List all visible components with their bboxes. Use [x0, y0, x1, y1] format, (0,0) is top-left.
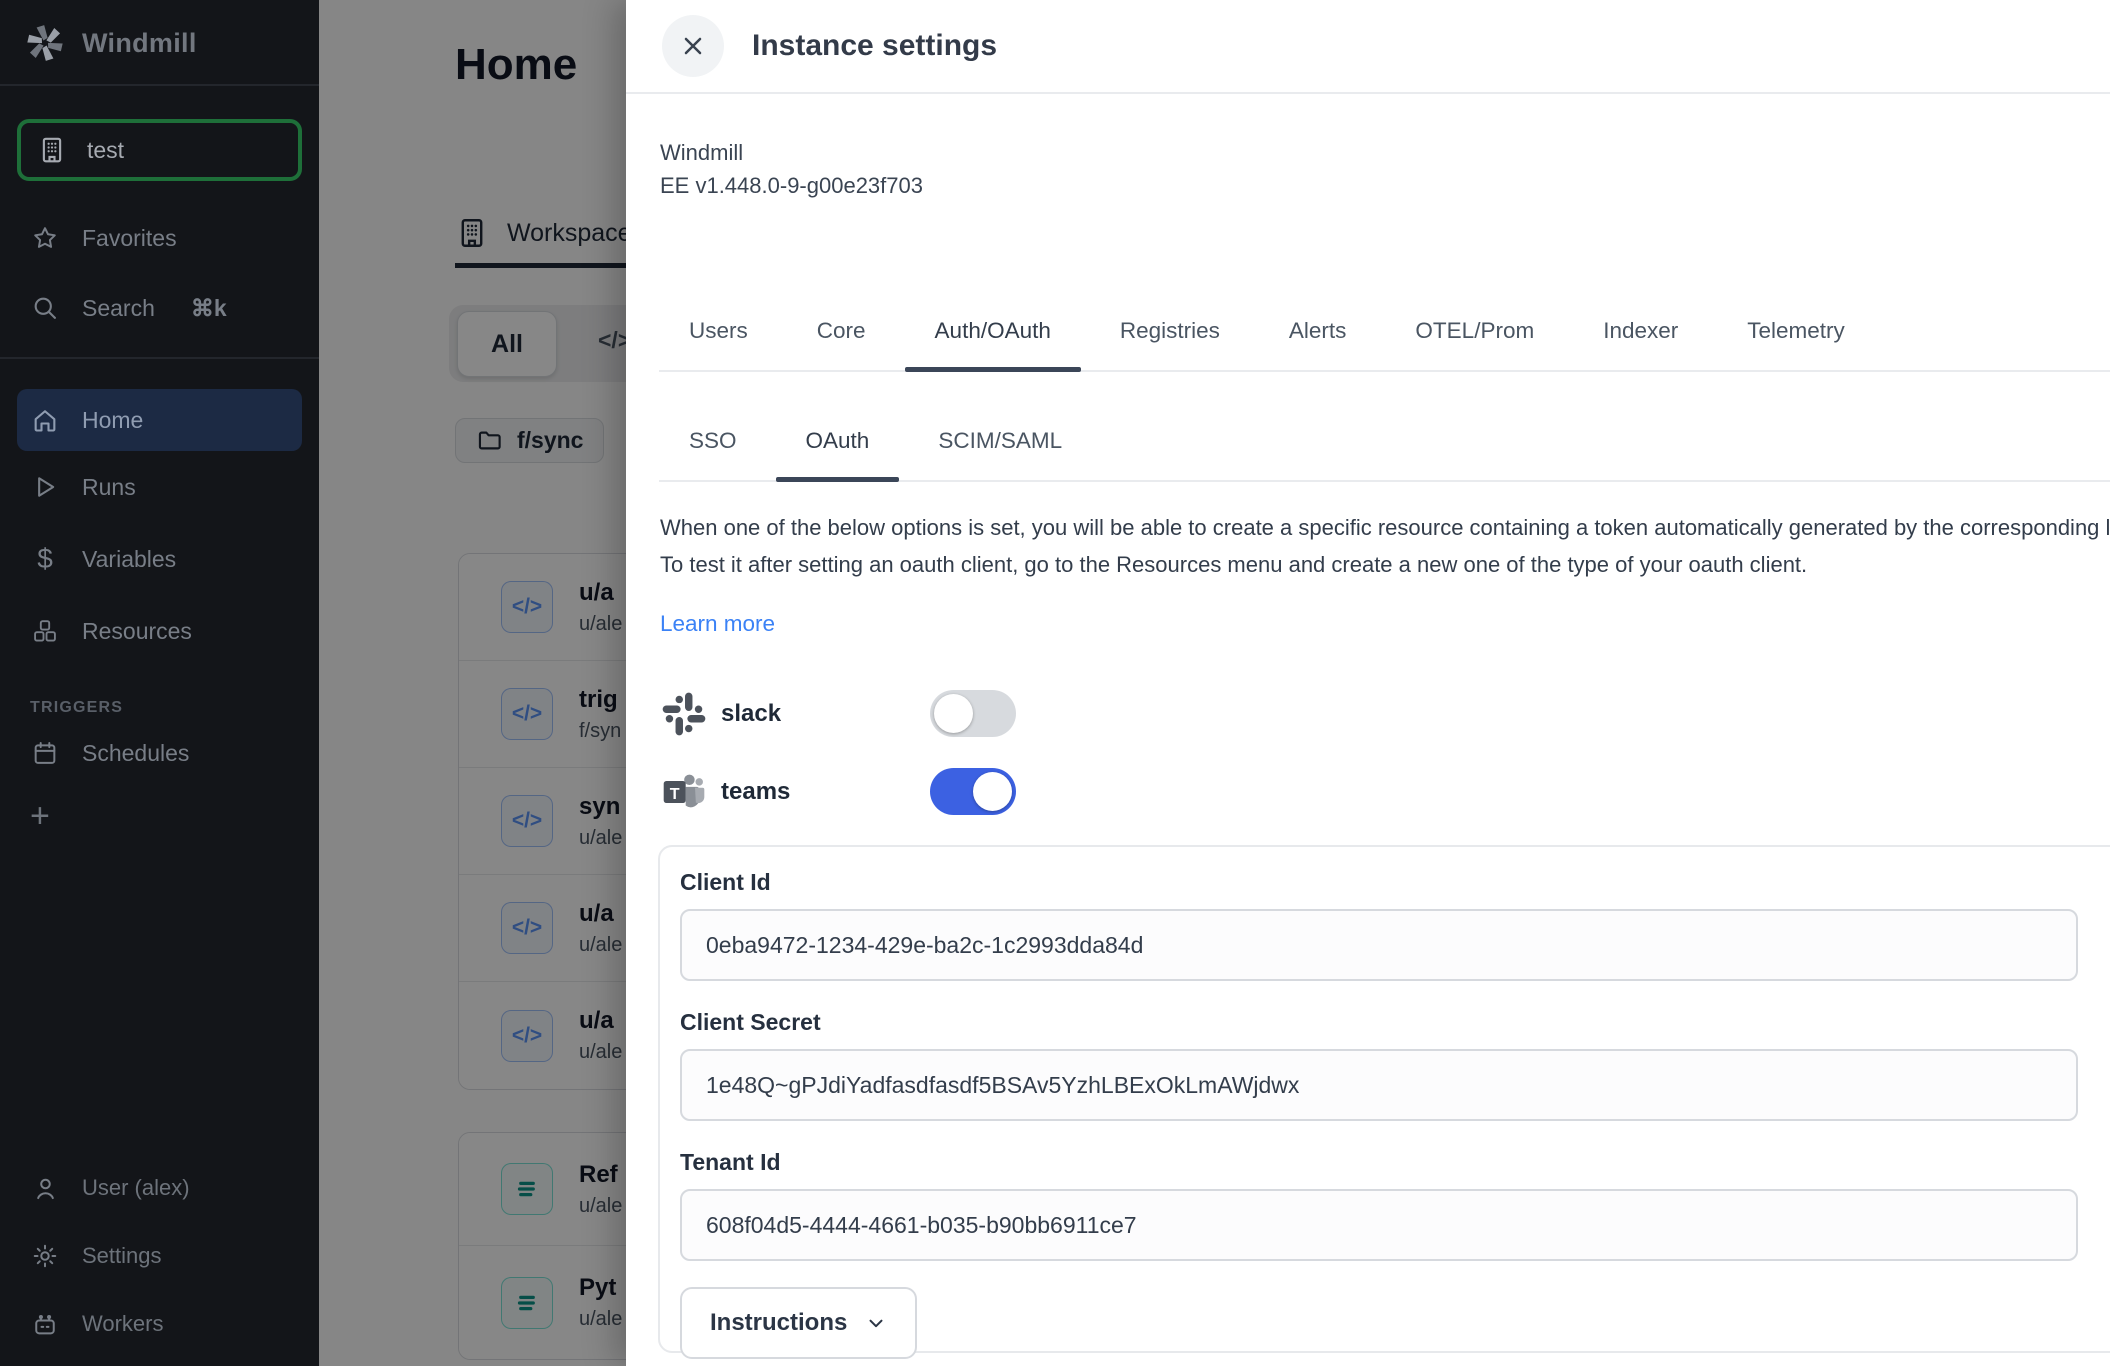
- product-name: Windmill: [660, 136, 923, 169]
- tab-alerts[interactable]: Alerts: [1259, 312, 1377, 370]
- tenant-id-label: Tenant Id: [680, 1149, 2078, 1176]
- teams-toggle[interactable]: [930, 768, 1016, 815]
- sidebar-item-label: Workers: [82, 1311, 164, 1337]
- sidebar-item-settings[interactable]: Settings: [0, 1222, 319, 1290]
- gear-icon: [30, 1242, 60, 1270]
- sidebar-item-resources[interactable]: Resources: [0, 595, 319, 667]
- auth-subtabs: SSO OAuth SCIM/SAML: [659, 422, 2110, 482]
- sidebar-item-variables[interactable]: $ Variables: [0, 523, 319, 595]
- sidebar-divider: [0, 84, 319, 86]
- slack-toggle[interactable]: [930, 690, 1016, 737]
- description-line-2: To test it after setting an oauth client…: [660, 546, 2110, 583]
- drawer-header: Instance settings: [626, 0, 2110, 94]
- description-line-1: When one of the below options is set, yo…: [660, 509, 2110, 546]
- instructions-button[interactable]: Instructions: [680, 1287, 917, 1359]
- sidebar-item-label: Schedules: [82, 740, 189, 767]
- provider-row-teams: T teams: [662, 768, 1082, 816]
- dollar-icon: $: [30, 543, 60, 575]
- star-icon: [30, 224, 60, 252]
- subtab-oauth[interactable]: OAuth: [776, 422, 900, 480]
- tab-telemetry[interactable]: Telemetry: [1717, 312, 1875, 370]
- svg-text:T: T: [670, 785, 680, 803]
- building-icon: [37, 135, 67, 165]
- sidebar-item-user[interactable]: User (alex): [0, 1154, 319, 1222]
- robot-icon: [30, 1310, 60, 1338]
- teams-oauth-config: Client Id Client Secret Tenant Id Instru…: [658, 845, 2110, 1353]
- instructions-label: Instructions: [710, 1309, 847, 1337]
- close-button[interactable]: [662, 15, 724, 77]
- learn-more-link[interactable]: Learn more: [660, 611, 775, 637]
- client-secret-label: Client Secret: [680, 1009, 2078, 1036]
- sidebar-item-label: Runs: [82, 474, 136, 501]
- search-icon: [30, 294, 60, 322]
- sidebar-item-label: User (alex): [82, 1175, 190, 1201]
- cubes-icon: [30, 617, 60, 645]
- product-version: Windmill EE v1.448.0-9-g00e23f703: [660, 136, 923, 202]
- calendar-icon: [30, 739, 60, 767]
- add-trigger-button[interactable]: +: [0, 799, 319, 833]
- search-shortcut: ⌘k: [191, 295, 227, 322]
- workspace-selector[interactable]: test: [17, 119, 302, 181]
- sidebar-item-label: Settings: [82, 1243, 162, 1269]
- drawer-title: Instance settings: [752, 29, 997, 63]
- brand: Windmill: [0, 0, 319, 84]
- user-icon: [30, 1175, 60, 1202]
- sidebar-item-workers[interactable]: Workers: [0, 1290, 319, 1358]
- toggle-knob: [973, 772, 1012, 811]
- sidebar-item-favorites[interactable]: Favorites: [0, 203, 319, 273]
- tab-core[interactable]: Core: [787, 312, 896, 370]
- brand-name: Windmill: [82, 28, 197, 59]
- subtab-scim-saml[interactable]: SCIM/SAML: [908, 422, 1092, 480]
- tenant-id-input[interactable]: [680, 1189, 2078, 1261]
- product-version-string: EE v1.448.0-9-g00e23f703: [660, 169, 923, 202]
- close-icon: [680, 33, 706, 59]
- oauth-providers: slack T teams: [662, 690, 1082, 846]
- sidebar-item-label: Home: [82, 407, 143, 434]
- play-icon: [30, 473, 60, 501]
- provider-name: teams: [721, 778, 790, 806]
- tab-auth-oauth[interactable]: Auth/OAuth: [905, 312, 1081, 370]
- sidebar-item-label: Favorites: [82, 225, 177, 252]
- sidebar: Windmill test Favorites: [0, 0, 319, 1366]
- slack-icon: [662, 692, 706, 736]
- teams-icon: T: [662, 770, 706, 814]
- tab-registries[interactable]: Registries: [1090, 312, 1250, 370]
- tab-indexer[interactable]: Indexer: [1573, 312, 1708, 370]
- provider-name: slack: [721, 700, 781, 728]
- sidebar-item-runs[interactable]: Runs: [0, 451, 319, 523]
- chevron-down-icon: [865, 1312, 887, 1334]
- client-id-input[interactable]: [680, 909, 2078, 981]
- windmill-logo-icon: [24, 22, 66, 64]
- sidebar-item-schedules[interactable]: Schedules: [0, 721, 319, 785]
- sidebar-item-label: Variables: [82, 546, 176, 573]
- sidebar-item-search[interactable]: Search ⌘k: [0, 273, 319, 343]
- toggle-knob: [934, 694, 973, 733]
- settings-tabs: Users Core Auth/OAuth Registries Alerts …: [659, 312, 2110, 372]
- instance-settings-drawer: Instance settings Windmill EE v1.448.0-9…: [626, 0, 2110, 1366]
- provider-row-slack: slack: [662, 690, 1082, 738]
- sidebar-item-home[interactable]: Home: [17, 389, 302, 451]
- triggers-section-label: TRIGGERS: [30, 699, 319, 717]
- sidebar-item-label: Resources: [82, 618, 192, 645]
- tab-otel-prom[interactable]: OTEL/Prom: [1385, 312, 1564, 370]
- home-icon: [30, 406, 60, 434]
- workspace-name: test: [87, 137, 124, 164]
- oauth-description: When one of the below options is set, yo…: [660, 509, 2110, 583]
- tab-users[interactable]: Users: [659, 312, 778, 370]
- client-id-label: Client Id: [680, 869, 2078, 896]
- sidebar-divider: [0, 357, 319, 359]
- sidebar-item-label: Search: [82, 295, 155, 322]
- client-secret-input[interactable]: [680, 1049, 2078, 1121]
- subtab-sso[interactable]: SSO: [659, 422, 767, 480]
